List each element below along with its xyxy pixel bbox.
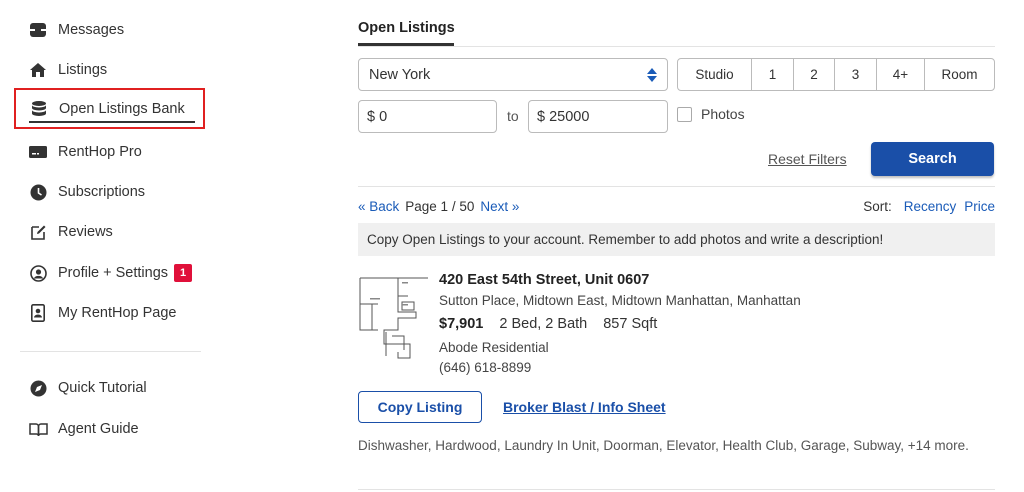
page-indicator: Page 1 / 50 — [405, 199, 475, 214]
info-notice: Copy Open Listings to your account. Reme… — [358, 223, 995, 256]
sidebar-item-subscriptions[interactable]: Subscriptions — [28, 174, 145, 210]
sidebar-item-label: RentHop Pro — [58, 144, 142, 160]
back-link[interactable]: « Back — [358, 199, 399, 214]
divider — [358, 46, 995, 47]
sidebar-item-quick-tutorial[interactable]: Quick Tutorial — [28, 370, 147, 406]
bed-option-3[interactable]: 3 — [834, 59, 876, 90]
sidebar-item-profile-settings[interactable]: Profile + Settings 1 — [28, 255, 193, 291]
checkbox-box[interactable] — [677, 106, 692, 122]
bed-option-2[interactable]: 2 — [793, 59, 834, 90]
bed-option-room[interactable]: Room — [924, 59, 994, 90]
sidebar-item-label: Listings — [58, 62, 108, 78]
clock-icon — [28, 182, 48, 202]
max-price-input[interactable]: $ 25000 — [528, 100, 668, 133]
sidebar-item-label: My RentHop Page — [58, 305, 177, 321]
photos-label: Photos — [701, 106, 745, 122]
sort-controls: Sort: Recency Price — [863, 199, 995, 214]
inbox-icon — [28, 20, 48, 40]
search-button[interactable]: Search — [871, 142, 994, 176]
city-select-value: New York — [369, 66, 431, 83]
sidebar-item-messages[interactable]: Messages — [28, 12, 124, 48]
next-link[interactable]: Next » — [480, 199, 519, 214]
listing-price: $7,901 — [439, 316, 484, 332]
sort-price-link[interactable]: Price — [964, 199, 995, 214]
sidebar: Messages Listings Open Listings Bank Ren… — [0, 0, 215, 492]
sidebar-divider — [20, 351, 201, 352]
listing-neighborhood: Sutton Place, Midtown East, Midtown Manh… — [439, 293, 801, 308]
sidebar-item-reviews[interactable]: Reviews — [28, 214, 113, 250]
listing-beds-baths: 2 Bed, 2 Bath — [499, 316, 588, 332]
min-price-input[interactable]: $ 0 — [358, 100, 497, 133]
sidebar-item-label: Profile + Settings — [58, 265, 169, 281]
listing-address[interactable]: 420 East 54th Street, Unit 0607 — [439, 272, 649, 288]
reset-filters-link[interactable]: Reset Filters — [768, 151, 847, 167]
sidebar-item-label: Open Listings Bank — [59, 100, 185, 117]
bed-option-1[interactable]: 1 — [751, 59, 793, 90]
badge-id-icon — [28, 303, 48, 323]
divider — [358, 186, 995, 187]
listing-broker: Abode Residential — [439, 340, 549, 355]
sort-label: Sort: — [863, 199, 892, 214]
listing-stats: $7,901 2 Bed, 2 Bath 857 Sqft — [439, 316, 657, 332]
listing-sqft: 857 Sqft — [603, 316, 658, 332]
bed-filter-group: Studio 1 2 3 4+ Room — [677, 58, 995, 91]
home-icon — [28, 60, 48, 80]
sidebar-item-label: Reviews — [58, 224, 113, 240]
sidebar-item-open-listings-bank[interactable]: Open Listings Bank — [14, 88, 205, 129]
broker-blast-link[interactable]: Broker Blast / Info Sheet — [503, 399, 666, 415]
active-underline — [29, 121, 195, 123]
sidebar-item-listings[interactable]: Listings — [28, 52, 107, 88]
pagination: « Back Page 1 / 50 Next » — [358, 199, 519, 214]
photos-checkbox[interactable]: Photos — [677, 106, 745, 122]
city-select[interactable]: New York — [358, 58, 668, 91]
sort-recency-link[interactable]: Recency — [904, 199, 957, 214]
floorplan-thumbnail[interactable] — [358, 272, 428, 360]
sidebar-item-agent-guide[interactable]: Agent Guide — [28, 411, 139, 447]
price-to-label: to — [507, 108, 519, 124]
compass-icon — [28, 378, 48, 398]
pro-card-icon — [28, 142, 48, 162]
sidebar-item-my-renthop-page[interactable]: My RentHop Page — [28, 295, 176, 331]
bed-option-studio[interactable]: Studio — [678, 59, 751, 90]
bed-option-4-plus[interactable]: 4+ — [876, 59, 924, 90]
user-circle-icon — [28, 263, 48, 283]
notification-badge: 1 — [174, 264, 193, 282]
copy-listing-button[interactable]: Copy Listing — [358, 391, 482, 423]
listing-amenities: Dishwasher, Hardwood, Laundry In Unit, D… — [358, 438, 969, 453]
sidebar-item-renthop-pro[interactable]: RentHop Pro — [28, 134, 142, 170]
database-icon — [29, 99, 49, 119]
listing-phone: (646) 618-8899 — [439, 360, 532, 375]
divider — [358, 489, 995, 490]
main-content: Open Listings New York Studio 1 2 3 4+ R… — [358, 0, 995, 492]
tab-open-listings[interactable]: Open Listings — [358, 20, 455, 36]
book-open-icon — [28, 419, 48, 439]
sidebar-item-label: Messages — [58, 22, 125, 38]
sidebar-item-label: Subscriptions — [58, 184, 146, 200]
select-arrows-icon — [647, 67, 657, 82]
sidebar-item-label: Agent Guide — [58, 421, 139, 437]
edit-icon — [28, 222, 48, 242]
sidebar-item-label: Quick Tutorial — [58, 380, 147, 396]
